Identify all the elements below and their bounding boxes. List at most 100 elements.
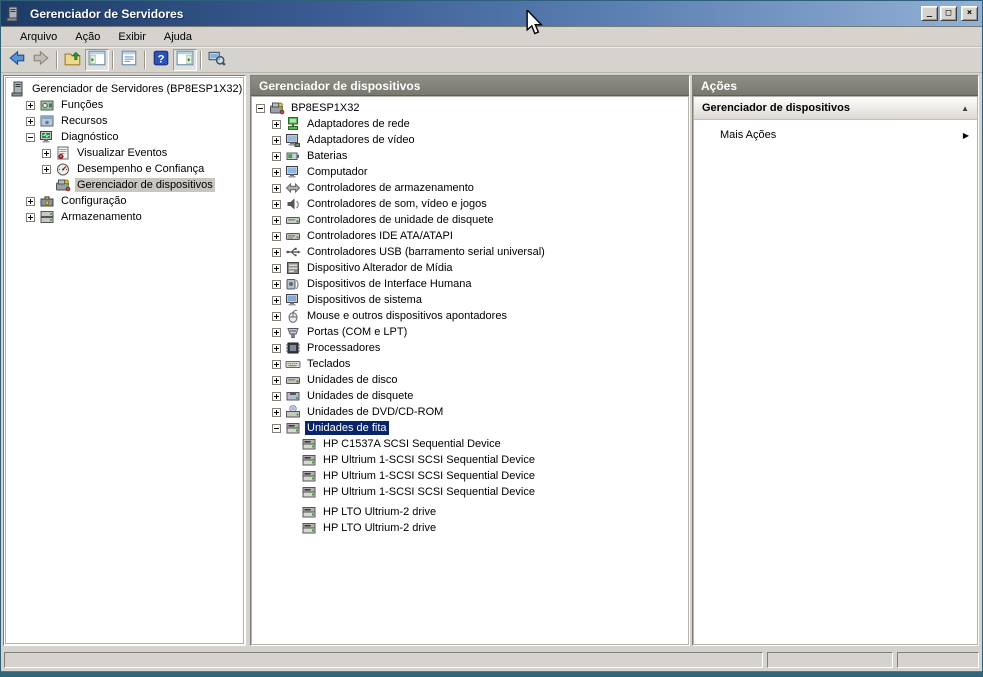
device-tree-label[interactable]: HP LTO Ultrium-2 drive <box>321 505 438 519</box>
device-tree-label[interactable]: Unidades de fita <box>305 421 389 435</box>
export-list-button[interactable] <box>117 49 141 71</box>
device-tree-item[interactable]: Computador <box>252 164 688 180</box>
device-tree-label[interactable]: Controladores de som, vídeo e jogos <box>305 197 489 211</box>
device-tree-item[interactable]: Controladores de armazenamento <box>252 180 688 196</box>
expand-plus-toggle[interactable] <box>272 232 281 241</box>
menu-ajuda[interactable]: Ajuda <box>155 29 201 45</box>
expand-plus-toggle[interactable] <box>26 213 35 222</box>
console-tree-label[interactable]: Configuração <box>59 194 128 208</box>
device-tree-item[interactable]: HP LTO Ultrium-2 drive <box>252 504 688 520</box>
expand-plus-toggle[interactable] <box>272 168 281 177</box>
expand-plus-toggle[interactable] <box>26 117 35 126</box>
expand-plus-toggle[interactable] <box>272 152 281 161</box>
device-tree-item[interactable]: Controladores de unidade de disquete <box>252 212 688 228</box>
device-tree-item[interactable]: Dispositivo Alterador de Mídia <box>252 260 688 276</box>
device-tree-label[interactable]: HP Ultrium 1-SCSI SCSI Sequential Device <box>321 469 537 483</box>
console-tree-label[interactable]: Gerenciador de dispositivos <box>75 178 215 192</box>
device-tree-label[interactable]: Adaptadores de vídeo <box>305 133 417 147</box>
console-tree-item[interactable]: Desempenho e Confiança <box>6 161 243 177</box>
menu-arquivo[interactable]: Arquivo <box>11 29 66 45</box>
expand-plus-toggle[interactable] <box>272 136 281 145</box>
device-tree-item[interactable]: Unidades de fita <box>252 420 688 436</box>
console-tree-item[interactable]: Recursos <box>6 113 243 129</box>
expand-plus-toggle[interactable] <box>272 376 281 385</box>
device-tree-item[interactable]: Controladores USB (barramento serial uni… <box>252 244 688 260</box>
device-tree-item[interactable]: Teclados <box>252 356 688 372</box>
console-tree-item[interactable]: Configuração <box>6 193 243 209</box>
device-tree-label[interactable]: Processadores <box>305 341 382 355</box>
expand-plus-toggle[interactable] <box>26 101 35 110</box>
expand-plus-toggle[interactable] <box>42 165 51 174</box>
device-tree-item[interactable]: Dispositivos de sistema <box>252 292 688 308</box>
device-tree-label[interactable]: Dispositivos de sistema <box>305 293 424 307</box>
show-console-tree-button[interactable] <box>85 49 109 71</box>
device-tree-item[interactable]: Baterias <box>252 148 688 164</box>
console-tree-label[interactable]: Armazenamento <box>59 210 144 224</box>
device-tree-label[interactable]: Controladores de armazenamento <box>305 181 476 195</box>
expand-plus-toggle[interactable] <box>272 200 281 209</box>
more-actions-item[interactable]: Mais Ações ▶ <box>694 124 977 146</box>
console-tree-label[interactable]: Funções <box>59 98 105 112</box>
console-tree-label[interactable]: Diagnóstico <box>59 130 120 144</box>
titlebar[interactable]: Gerenciador de Servidores _□× <box>1 1 982 27</box>
console-tree-item[interactable]: Gerenciador de dispositivos <box>6 177 243 193</box>
device-tree-item[interactable]: HP LTO Ultrium-2 drive <box>252 520 688 536</box>
console-tree-label[interactable]: Visualizar Eventos <box>75 146 169 160</box>
close-button[interactable]: × <box>961 6 978 21</box>
device-tree-item[interactable]: Mouse e outros dispositivos apontadores <box>252 308 688 324</box>
console-tree-item[interactable]: Funções <box>6 97 243 113</box>
expand-plus-toggle[interactable] <box>272 280 281 289</box>
device-tree-label[interactable]: Teclados <box>305 357 352 371</box>
device-tree-label[interactable]: Unidades de disquete <box>305 389 415 403</box>
console-tree-item[interactable]: Gerenciador de Servidores (BP8ESP1X32) <box>6 81 243 97</box>
device-tree-label[interactable]: Baterias <box>305 149 349 163</box>
up-one-level-button[interactable] <box>61 49 85 71</box>
expand-plus-toggle[interactable] <box>272 184 281 193</box>
console-tree-label[interactable]: Desempenho e Confiança <box>75 162 206 176</box>
console-tree-label[interactable]: Recursos <box>59 114 109 128</box>
device-tree-label[interactable]: Controladores USB (barramento serial uni… <box>305 245 547 259</box>
expand-plus-toggle[interactable] <box>26 197 35 206</box>
console-tree-item[interactable]: Diagnóstico <box>6 129 243 145</box>
device-tree-item[interactable]: Portas (COM e LPT) <box>252 324 688 340</box>
menu-exibir[interactable]: Exibir <box>109 29 155 45</box>
minimize-button[interactable]: _ <box>921 6 938 21</box>
expand-plus-toggle[interactable] <box>272 216 281 225</box>
show-action-pane-button[interactable] <box>173 49 197 71</box>
expand-plus-toggle[interactable] <box>272 360 281 369</box>
maximize-button[interactable]: □ <box>940 6 957 21</box>
collapse-minus-toggle[interactable] <box>26 133 35 142</box>
expand-plus-toggle[interactable] <box>42 149 51 158</box>
device-tree-item[interactable]: Unidades de disco <box>252 372 688 388</box>
help-button[interactable]: ? <box>149 49 173 71</box>
device-tree-item[interactable]: HP Ultrium 1-SCSI SCSI Sequential Device <box>252 452 688 468</box>
actions-section-header[interactable]: Gerenciador de dispositivos ▲ <box>694 97 977 120</box>
expand-plus-toggle[interactable] <box>272 296 281 305</box>
console-tree-item[interactable]: Armazenamento <box>6 209 243 225</box>
device-tree-label[interactable]: Computador <box>305 165 370 179</box>
device-tree-item[interactable]: Controladores de som, vídeo e jogos <box>252 196 688 212</box>
forward-button[interactable] <box>29 49 53 71</box>
expand-plus-toggle[interactable] <box>272 392 281 401</box>
device-tree-item[interactable]: BP8ESP1X32 <box>252 100 688 116</box>
collapse-minus-toggle[interactable] <box>272 424 281 433</box>
device-tree-item[interactable]: Adaptadores de vídeo <box>252 132 688 148</box>
device-tree-label[interactable]: BP8ESP1X32 <box>289 101 362 115</box>
device-tree-item[interactable]: Unidades de disquete <box>252 388 688 404</box>
device-tree-label[interactable]: Controladores IDE ATA/ATAPI <box>305 229 455 243</box>
expand-plus-toggle[interactable] <box>272 120 281 129</box>
collapse-arrow-icon[interactable]: ▲ <box>961 104 969 113</box>
device-tree-item[interactable]: HP Ultrium 1-SCSI SCSI Sequential Device <box>252 468 688 484</box>
device-tree-label[interactable]: Controladores de unidade de disquete <box>305 213 496 227</box>
device-tree-item[interactable]: Dispositivos de Interface Humana <box>252 276 688 292</box>
device-tree-label[interactable]: Unidades de disco <box>305 373 400 387</box>
device-tree-item[interactable]: Unidades de DVD/CD-ROM <box>252 404 688 420</box>
device-tree-label[interactable]: HP C1537A SCSI Sequential Device <box>321 437 503 451</box>
device-tree-label[interactable]: Dispositivo Alterador de Mídia <box>305 261 455 275</box>
device-tree-label[interactable]: Portas (COM e LPT) <box>305 325 409 339</box>
expand-plus-toggle[interactable] <box>272 312 281 321</box>
console-tree-label[interactable]: Gerenciador de Servidores (BP8ESP1X32) <box>30 82 244 96</box>
collapse-minus-toggle[interactable] <box>256 104 265 113</box>
scan-hardware-changes-button[interactable] <box>205 49 229 71</box>
console-tree-item[interactable]: Visualizar Eventos <box>6 145 243 161</box>
